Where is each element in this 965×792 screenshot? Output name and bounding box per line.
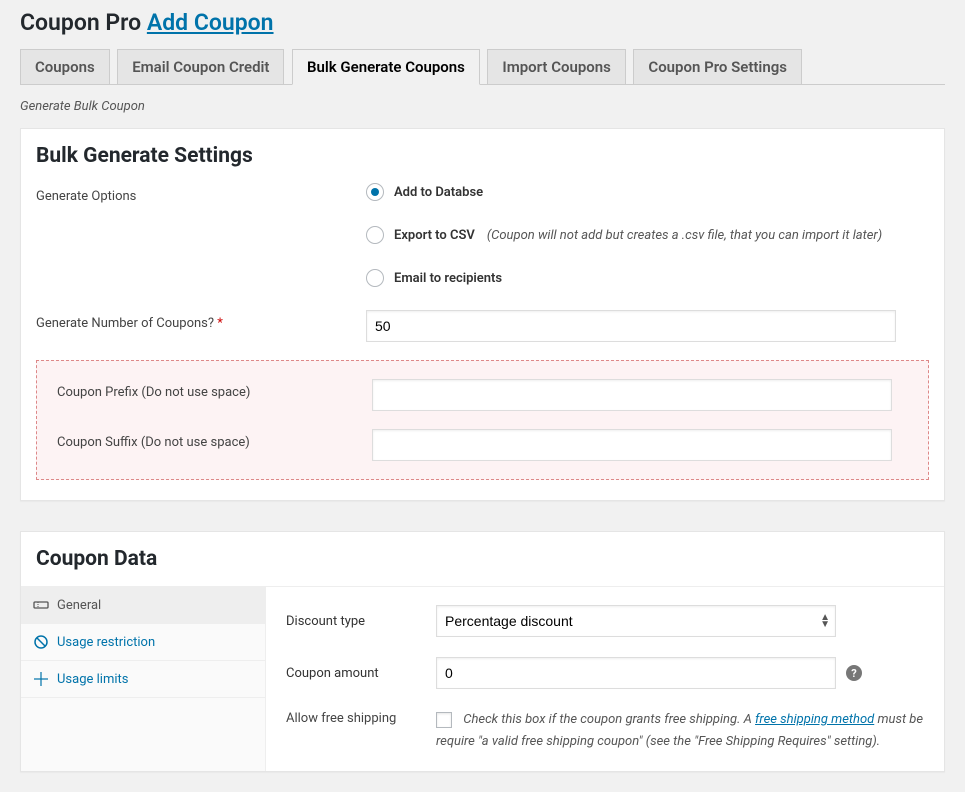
free-shipping-label: Allow free shipping [286,709,436,726]
page-heading: Coupon Pro Add Coupon [20,0,945,40]
sidebar-item-label: Usage restriction [57,635,155,650]
ban-icon [33,634,49,650]
coupon-prefix-label: Coupon Prefix (Do not use space) [57,379,372,400]
generate-number-input[interactable] [366,310,896,342]
coupon-data-panel: Coupon Data General Usage restriction [20,531,945,772]
crosshair-icon [33,671,49,687]
ticket-icon [33,597,49,613]
radio-icon [366,226,384,244]
coupon-amount-input[interactable] [436,657,836,689]
export-csv-hint: (Coupon will not add but creates a .csv … [487,228,882,243]
tab-bar: Coupons Email Coupon Credit Bulk Generat… [20,40,945,85]
coupon-data-main: Discount type Percentage discount ▲▼ Cou… [266,587,944,771]
tab-coupons[interactable]: Coupons [20,49,110,84]
radio-export-to-csv[interactable]: Export to CSV (Coupon will not add but c… [366,226,929,244]
page-subtitle: Generate Bulk Coupon [20,99,945,114]
tab-coupon-pro-settings[interactable]: Coupon Pro Settings [633,49,802,84]
generate-options-label: Generate Options [36,183,366,204]
radio-icon [366,183,384,201]
help-icon[interactable]: ? [846,665,862,681]
radio-email-recipients[interactable]: Email to recipients [366,269,929,287]
bulk-generate-heading: Bulk Generate Settings [21,129,944,178]
discount-type-select[interactable]: Percentage discount [436,605,836,637]
discount-type-label: Discount type [286,614,436,629]
sidebar-item-label: Usage limits [57,672,128,687]
free-shipping-method-link[interactable]: free shipping method [755,712,874,727]
prefix-suffix-box: Coupon Prefix (Do not use space) Coupon … [36,360,929,480]
coupon-amount-label: Coupon amount [286,666,436,681]
sidebar-item-usage-restriction[interactable]: Usage restriction [21,624,265,661]
tab-import-coupons[interactable]: Import Coupons [487,49,626,84]
add-coupon-link[interactable]: Add Coupon [147,9,274,36]
coupon-suffix-input[interactable] [372,429,892,461]
coupon-prefix-input[interactable] [372,379,892,411]
coupon-suffix-label: Coupon Suffix (Do not use space) [57,429,372,450]
tab-bulk-generate[interactable]: Bulk Generate Coupons [292,49,480,85]
page-title: Coupon Pro [20,9,141,36]
bulk-generate-panel: Bulk Generate Settings Generate Options … [20,128,945,501]
sidebar-item-label: General [57,598,101,613]
coupon-data-heading: Coupon Data [21,532,944,586]
tab-email-coupon-credit[interactable]: Email Coupon Credit [117,49,284,84]
coupon-data-sidebar: General Usage restriction Usage limits [21,587,266,771]
free-shipping-checkbox[interactable] [436,712,452,728]
generate-number-label: Generate Number of Coupons? * [36,310,366,331]
sidebar-item-usage-limits[interactable]: Usage limits [21,661,265,698]
radio-add-to-database[interactable]: Add to Databse [366,183,929,201]
sidebar-item-general[interactable]: General [21,587,265,624]
free-shipping-hint: Check this box if the coupon grants free… [436,712,923,749]
radio-icon [366,269,384,287]
